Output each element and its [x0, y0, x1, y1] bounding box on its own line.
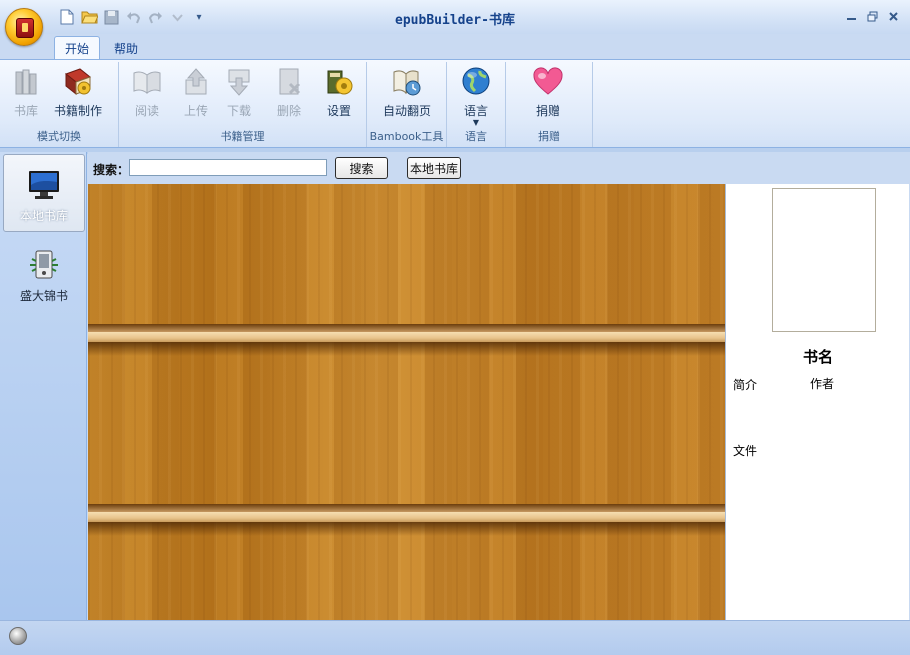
search-label: 搜索： [93, 163, 130, 177]
read-button[interactable]: 阅读 [122, 66, 172, 119]
group-label-mode: 模式切换 [37, 130, 81, 143]
globe-icon [462, 67, 490, 95]
read-label: 阅读 [134, 104, 159, 118]
restore-icon[interactable] [864, 8, 881, 25]
upload-label: 上传 [183, 104, 208, 118]
sidebar-item-label: 盛大锦书 [19, 289, 68, 303]
close-icon[interactable] [885, 8, 902, 25]
monitor-icon [29, 171, 59, 199]
upload-icon [185, 68, 207, 95]
donate-label: 捐赠 [535, 104, 560, 118]
language-button[interactable]: 语言 ▼ [451, 66, 501, 127]
ribbon-group-donate: 捐赠 捐赠 [506, 62, 593, 147]
tab-help[interactable]: 帮助 [104, 36, 148, 60]
sidebar: 本地书库 盛大锦书 [0, 152, 87, 620]
settings-label: 设置 [326, 104, 351, 118]
ribbon: 书库 书籍制作 模式切换 阅读 上传 下载 删除 设置 书籍管理 自动翻页 Ba… [0, 59, 910, 148]
ribbon-group-language: 语言 ▼ 语言 [447, 62, 506, 147]
search-input[interactable] [129, 159, 327, 176]
window-title: epubBuilder-书库 [395, 13, 515, 28]
library-button[interactable]: 书库 [1, 66, 51, 119]
library-label: 书库 [13, 104, 38, 118]
sidebar-item-local-library[interactable]: 本地书库 [3, 154, 85, 232]
ribbon-tabs: 开始 帮助 [54, 36, 148, 60]
sidebar-item-label: 本地书库 [19, 209, 68, 223]
auto-page-label: 自动翻页 [382, 104, 431, 118]
status-bar [0, 620, 910, 655]
shelf-plank [88, 324, 725, 356]
search-button[interactable]: 搜索 [335, 157, 388, 179]
status-indicator-icon [9, 627, 27, 645]
dropdown-arrow-icon: ▼ [472, 118, 480, 127]
bookshelf-icon [15, 69, 37, 95]
group-label-manage: 书籍管理 [220, 130, 265, 143]
group-label-language: 语言 [465, 130, 487, 143]
open-book-icon [133, 71, 161, 94]
sidebar-item-shanda-jinshu[interactable]: 盛大锦书 [3, 235, 85, 313]
book-logo-icon [16, 18, 34, 38]
shelf-plank [88, 504, 725, 536]
download-icon [228, 69, 250, 96]
author-label: 作者 [810, 377, 835, 391]
settings-gear-icon [327, 70, 353, 95]
book-detail-panel: 书名 简介 作者 文件 [725, 184, 909, 620]
heart-icon [533, 67, 563, 95]
auto-page-clock-icon [393, 70, 421, 96]
ribbon-group-manage: 阅读 上传 下载 删除 设置 书籍管理 [119, 62, 367, 147]
language-label: 语言 [463, 104, 488, 118]
tab-start[interactable]: 开始 [54, 36, 101, 60]
minimize-icon[interactable] [843, 8, 860, 25]
download-button[interactable]: 下载 [214, 66, 264, 119]
auto-page-button[interactable]: 自动翻页 [382, 66, 432, 119]
application-menu-button[interactable] [5, 8, 43, 46]
donate-button[interactable]: 捐赠 [523, 66, 573, 119]
book-cover [772, 188, 876, 332]
window-controls [843, 8, 902, 25]
delete-book-icon [279, 68, 301, 95]
file-label: 文件 [733, 444, 758, 458]
search-bar: 搜索： 搜索 本地书库 [88, 152, 910, 184]
book-gear-icon [64, 68, 92, 96]
group-label-bambook: Bambook工具 [369, 130, 444, 143]
ribbon-group-mode: 书库 书籍制作 模式切换 [0, 62, 119, 147]
book-make-button[interactable]: 书籍制作 [53, 66, 103, 119]
local-library-button[interactable]: 本地书库 [407, 157, 461, 179]
settings-button[interactable]: 设置 [314, 66, 364, 119]
book-name: 书名 [802, 348, 833, 366]
delete-label: 删除 [276, 104, 301, 118]
book-make-label: 书籍制作 [53, 104, 102, 118]
ebook-reader-icon [30, 250, 58, 279]
intro-label: 简介 [733, 378, 758, 392]
group-label-donate: 捐赠 [538, 130, 560, 143]
ribbon-group-bambook: 自动翻页 Bambook工具 [367, 62, 447, 147]
download-label: 下载 [226, 104, 251, 118]
title-bar: ▾ epubBuilder-书库 [0, 0, 910, 34]
bookshelf [88, 184, 725, 620]
delete-button[interactable]: 删除 [264, 66, 314, 119]
